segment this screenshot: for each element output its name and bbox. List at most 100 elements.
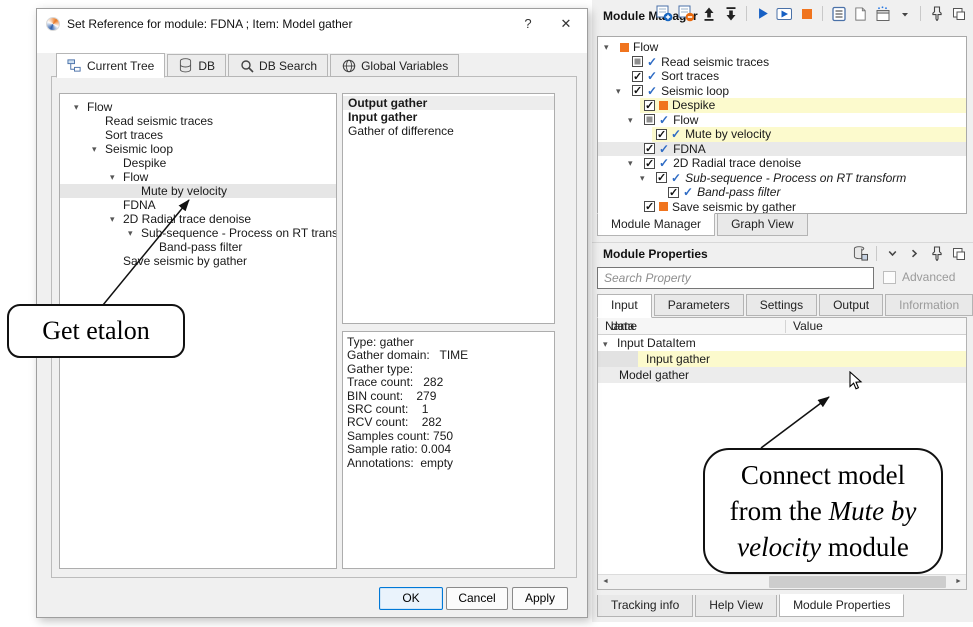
checkbox[interactable] [644, 143, 655, 154]
tab-current-tree[interactable]: Current Tree [56, 53, 165, 78]
apply-button[interactable]: Apply [512, 587, 568, 610]
tree-item[interactable]: ▾2D Radial trace denoise [60, 212, 336, 226]
module-manager-tree[interactable]: ▾Flow✓Read seismic traces✓Sort traces▾✓S… [597, 36, 967, 214]
module-item[interactable]: ✓Sort traces [598, 69, 966, 84]
expander-icon[interactable]: ▾ [628, 113, 640, 128]
tree-item[interactable]: ▾Flow [60, 100, 336, 114]
expander-icon[interactable]: ▾ [110, 170, 123, 184]
ok-button[interactable]: OK [379, 587, 443, 610]
expander-icon[interactable]: ▾ [628, 156, 640, 171]
tree-item[interactable]: ▾Flow [60, 170, 336, 184]
expander-icon[interactable]: ▾ [128, 226, 141, 240]
close-button[interactable]: ✕ [551, 11, 581, 37]
new-window-icon[interactable] [874, 5, 891, 22]
module-item[interactable]: ▾✓Seismic loop [598, 84, 966, 99]
module-item[interactable]: ▾✓Flow [598, 113, 966, 128]
list-item[interactable]: Gather of difference [343, 124, 554, 138]
module-item[interactable]: ▾Flow [598, 40, 966, 55]
pin-icon[interactable] [928, 5, 945, 22]
checkbox[interactable] [632, 71, 643, 82]
add-module-icon[interactable] [656, 5, 673, 22]
tree-item[interactable]: ▾Seismic loop [60, 142, 336, 156]
checkbox[interactable] [656, 129, 667, 140]
run-flow-icon[interactable] [776, 5, 793, 22]
advanced-checkbox[interactable] [883, 271, 896, 284]
scrollbar-thumb[interactable] [769, 576, 946, 588]
checkbox[interactable] [644, 114, 655, 125]
expander-icon[interactable]: ▾ [110, 212, 123, 226]
tree-item[interactable]: Read seismic traces [60, 114, 336, 128]
float-icon[interactable] [950, 5, 967, 22]
list-item[interactable]: Output gather [343, 96, 554, 110]
module-item[interactable]: ▾✓2D Radial trace denoise [598, 156, 966, 171]
property-row[interactable]: Input gather [598, 351, 966, 367]
property-row[interactable]: Model gather [598, 367, 966, 383]
module-item[interactable]: ✓Band-pass filter [598, 185, 966, 200]
tree-item[interactable]: Mute by velocity [60, 184, 336, 198]
tab-output-data[interactable]: Output data [819, 294, 883, 316]
remove-module-icon[interactable] [678, 5, 695, 22]
caret-icon[interactable] [896, 5, 913, 22]
property-row[interactable]: ▾Input DataItem [598, 335, 966, 351]
info-line: RCV count: 282 [347, 416, 554, 429]
scroll-right-icon[interactable]: ► [951, 575, 966, 589]
move-down-icon[interactable] [722, 5, 739, 22]
tab-db-search[interactable]: DB Search [228, 54, 328, 77]
list-item[interactable]: Input gather [343, 110, 554, 124]
new-page-icon[interactable] [852, 5, 869, 22]
pin-icon[interactable] [928, 245, 945, 262]
tree-item[interactable]: FDNA [60, 198, 336, 212]
expander-icon[interactable]: ▾ [616, 84, 628, 99]
expander-icon[interactable]: ▾ [74, 100, 87, 114]
checkbox[interactable] [644, 100, 655, 111]
tab-tracking-info[interactable]: Tracking info [597, 595, 693, 617]
tab-help-view[interactable]: Help View [695, 595, 777, 617]
tree-item[interactable]: Despike [60, 156, 336, 170]
tab-settings[interactable]: Settings [746, 294, 817, 316]
tab-parameters[interactable]: Parameters [654, 294, 744, 316]
db-save-icon[interactable] [852, 245, 869, 262]
help-button[interactable]: ? [513, 11, 543, 37]
tab-input-data[interactable]: Input data [597, 294, 652, 318]
module-item[interactable]: Save seismic by gather [598, 200, 966, 215]
checkbox[interactable] [656, 172, 667, 183]
module-item[interactable]: ▾✓Sub-sequence - Process on RT transform [598, 171, 966, 186]
tab-global-variables[interactable]: Global Variables [330, 54, 459, 77]
module-item[interactable]: ✓Read seismic traces [598, 55, 966, 70]
chev-down-icon[interactable] [884, 245, 901, 262]
expander-icon[interactable]: ▾ [640, 171, 652, 186]
tab-module-manager[interactable]: Module Manager [597, 213, 715, 236]
search-property-input[interactable] [597, 267, 874, 289]
scroll-left-icon[interactable]: ◄ [598, 575, 613, 589]
titlebar-spacer [37, 39, 587, 53]
tab-graph-view[interactable]: Graph View [717, 214, 807, 236]
module-item[interactable]: ✓FDNA [598, 142, 966, 157]
checkbox[interactable] [644, 201, 655, 212]
float-icon[interactable] [950, 245, 967, 262]
chev-right-icon[interactable] [906, 245, 923, 262]
run-icon[interactable] [754, 5, 771, 22]
tree-item[interactable]: Band-pass filter [60, 240, 336, 254]
expander-icon[interactable]: ▾ [604, 40, 616, 55]
stop-icon[interactable] [798, 5, 815, 22]
checkbox[interactable] [632, 56, 643, 67]
module-item[interactable]: ✓Mute by velocity [598, 127, 966, 142]
expander-icon[interactable]: ▾ [603, 336, 608, 352]
tree-icon [67, 58, 82, 73]
move-up-icon[interactable] [700, 5, 717, 22]
horizontal-scrollbar[interactable]: ◄ ► [598, 574, 966, 589]
tree-item[interactable]: Save seismic by gather [60, 254, 336, 268]
gather-items-list[interactable]: Output gatherInput gatherGather of diffe… [342, 93, 555, 324]
checkbox[interactable] [632, 85, 643, 96]
expander-icon[interactable]: ▾ [92, 142, 105, 156]
tree-item[interactable]: Sort traces [60, 128, 336, 142]
flow-list-icon[interactable] [830, 5, 847, 22]
module-item[interactable]: Despike [598, 98, 966, 113]
cancel-button[interactable]: Cancel [446, 587, 508, 610]
tab-module-properties[interactable]: Module Properties [779, 594, 904, 617]
checkbox[interactable] [644, 158, 655, 169]
tab-db[interactable]: DB [167, 54, 226, 77]
gather-info-panel: Type: gatherGather domain: TIMEGather ty… [342, 331, 555, 569]
tree-item[interactable]: ▾Sub-sequence - Process on RT transform [60, 226, 336, 240]
checkbox[interactable] [668, 187, 679, 198]
